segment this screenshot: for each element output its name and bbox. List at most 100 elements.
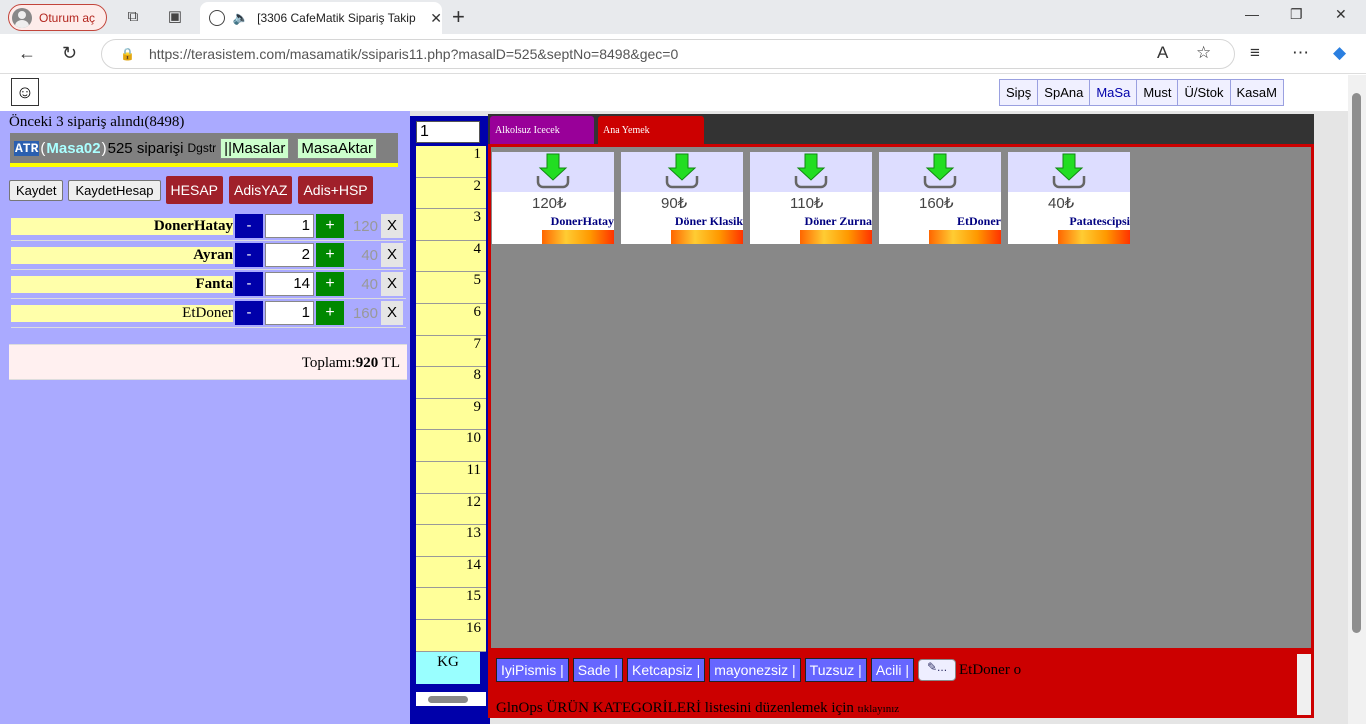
lock-icon[interactable]: 🔒 <box>120 47 135 61</box>
product-card[interactable]: 90₺ Döner Klasik <box>621 152 743 244</box>
horizontal-scrollbar[interactable] <box>416 692 486 706</box>
url-field[interactable]: 🔒 https://terasistem.com/masamatik/ssipa… <box>101 39 1235 69</box>
number-option[interactable]: 6 <box>416 303 486 336</box>
number-option[interactable]: 13 <box>416 525 486 557</box>
quantity-input[interactable]: 1 <box>265 301 314 325</box>
nav-masa[interactable]: MaSa <box>1090 80 1138 105</box>
table-name[interactable]: Masa02 <box>46 140 100 157</box>
decrease-button[interactable]: - <box>235 243 263 267</box>
category-edit-link[interactable]: tıklayınız <box>858 703 900 715</box>
number-option[interactable]: 3 <box>416 209 486 241</box>
options-banner[interactable] <box>671 230 743 244</box>
speaker-icon[interactable]: 🔈 <box>233 10 249 26</box>
avatar-icon <box>12 7 32 28</box>
workspaces-icon[interactable]: ⧉ <box>124 8 142 26</box>
increase-button[interactable]: + <box>316 243 344 267</box>
category-tabs: Alkolsuz Icecek Ana Yemek <box>488 114 1314 144</box>
kaydet-button[interactable]: Kaydet <box>9 179 64 201</box>
number-option[interactable]: 15 <box>416 588 486 620</box>
options-banner[interactable] <box>542 230 614 244</box>
nav-spana[interactable]: SpAna <box>1038 80 1091 105</box>
masalar-button[interactable]: ||Masalar <box>220 137 290 159</box>
maximize-icon[interactable]: ❐ <box>1290 6 1303 23</box>
number-option[interactable]: 8 <box>416 367 486 399</box>
quantity-input[interactable]: 2 <box>265 243 314 267</box>
favorite-star-icon[interactable]: ☆ <box>1196 43 1211 63</box>
remove-item-button[interactable]: X <box>381 272 403 296</box>
increase-button[interactable]: + <box>316 301 344 325</box>
adis-hsp-button[interactable]: Adis+HSP <box>298 176 373 204</box>
decrease-button[interactable]: - <box>235 214 263 238</box>
profile-button[interactable]: Oturum aç <box>8 4 107 31</box>
quantity-input-box[interactable]: 1 <box>416 121 480 143</box>
minimize-icon[interactable]: — <box>1245 6 1259 22</box>
options-banner[interactable] <box>929 230 1001 244</box>
number-option[interactable]: 10 <box>416 430 486 462</box>
dgstr-link[interactable]: Dgstr <box>188 141 217 155</box>
number-option[interactable]: 1 <box>416 146 486 178</box>
increase-button[interactable]: + <box>316 272 344 296</box>
hesap-button[interactable]: HESAP <box>165 176 224 204</box>
close-tab-icon[interactable]: ✕ <box>430 10 442 27</box>
number-option[interactable]: 11 <box>416 461 486 494</box>
number-option[interactable]: 2 <box>416 177 486 210</box>
number-option[interactable]: 9 <box>416 398 486 431</box>
kg-button[interactable]: KG <box>416 652 480 684</box>
number-option[interactable]: 5 <box>416 272 486 304</box>
remove-item-button[interactable]: X <box>381 243 403 267</box>
masa-aktar-button[interactable]: MasaAktar <box>297 137 378 159</box>
category-tab-alkolsuz[interactable]: Alkolsuz Icecek <box>490 116 594 144</box>
increase-button[interactable]: + <box>316 214 344 238</box>
options-banner[interactable] <box>1058 230 1130 244</box>
product-price: 110₺ <box>790 195 824 212</box>
note-tag-acili[interactable]: Acili | <box>870 658 915 682</box>
url-text: https://terasistem.com/masamatik/ssipari… <box>148 46 679 62</box>
product-card[interactable]: 110₺ Döner Zurna <box>750 152 872 244</box>
adis-yaz-button[interactable]: AdisYAZ <box>229 176 293 204</box>
refresh-icon[interactable]: ↻ <box>62 43 77 64</box>
tab-actions-icon[interactable]: ▣ <box>166 8 184 26</box>
remove-item-button[interactable]: X <box>381 301 403 325</box>
back-icon[interactable]: ← <box>18 43 36 64</box>
product-card[interactable]: 160₺ EtDoner <box>879 152 1001 244</box>
note-tag-ketcapsiz[interactable]: Ketcapsiz | <box>626 658 706 682</box>
number-option[interactable]: 16 <box>416 619 486 652</box>
new-tab-button[interactable]: + <box>452 4 465 30</box>
product-name: EtDoner <box>957 214 1001 228</box>
number-option[interactable]: 12 <box>416 493 486 526</box>
read-aloud-icon[interactable]: A <box>1157 43 1168 63</box>
product-card[interactable]: 120₺ DonerHatay <box>492 152 614 244</box>
decrease-button[interactable]: - <box>235 301 263 325</box>
kaydet-hesap-button[interactable]: KaydetHesap <box>68 179 161 201</box>
page-scrollbar[interactable] <box>1348 75 1366 724</box>
note-tag-sade[interactable]: Sade | <box>572 658 623 682</box>
number-option[interactable]: 4 <box>416 240 486 273</box>
quantity-input[interactable]: 1 <box>265 214 314 238</box>
nav-ustok[interactable]: Ü/Stok <box>1178 80 1231 105</box>
decrease-button[interactable]: - <box>235 272 263 296</box>
notes-scrollbar[interactable] <box>1297 654 1311 715</box>
more-menu-icon[interactable]: ⋯ <box>1292 43 1309 63</box>
nav-sips[interactable]: Sipş <box>1000 80 1039 105</box>
quantity-input[interactable]: 14 <box>265 272 314 296</box>
remove-item-button[interactable]: X <box>381 214 403 238</box>
active-tab[interactable]: 🔈 [3306 CafeMatik Sipariş Takip ✕ <box>200 2 442 34</box>
note-tag-iyipismis[interactable]: IyiPismis | <box>496 658 569 682</box>
item-name: Ayran <box>11 246 233 264</box>
item-price: 160 <box>352 304 378 322</box>
favorites-icon[interactable]: ≡ <box>1250 43 1260 63</box>
close-window-icon[interactable]: ✕ <box>1335 6 1347 23</box>
copilot-icon[interactable]: ◆ <box>1333 43 1346 63</box>
nav-kasam[interactable]: KasaM <box>1230 80 1283 105</box>
number-option[interactable]: 7 <box>416 335 486 368</box>
category-tab-ana-yemek[interactable]: Ana Yemek <box>598 116 704 144</box>
page-content: ☺ Sipş SpAna MaSa Must Ü/Stok KasaM Önce… <box>0 75 1348 724</box>
note-tag-tuzsuz[interactable]: Tuzsuz | <box>804 658 867 682</box>
nav-must[interactable]: Must <box>1137 80 1179 105</box>
number-option[interactable]: 14 <box>416 556 486 589</box>
user-icon[interactable]: ☺ <box>11 78 39 106</box>
edit-note-button[interactable]: ✎... <box>918 659 957 681</box>
note-tag-mayonezsiz[interactable]: mayonezsiz | <box>709 658 801 682</box>
product-card[interactable]: 40₺ Patatescipsi <box>1008 152 1130 244</box>
options-banner[interactable] <box>800 230 872 244</box>
